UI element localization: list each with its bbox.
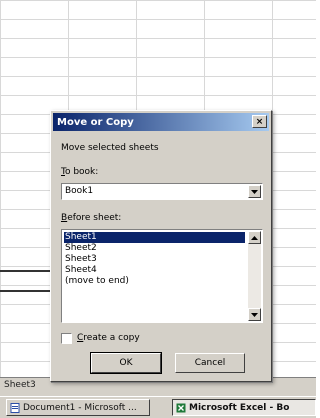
close-icon: × [255, 117, 264, 127]
dialog-title: Move or Copy [57, 116, 134, 128]
list-item[interactable]: Sheet1 [64, 232, 245, 243]
scroll-up-button[interactable] [248, 231, 261, 244]
sheet-tab[interactable]: Sheet3 [4, 380, 36, 390]
list-item[interactable]: Sheet2 [64, 243, 97, 254]
create-copy-checkbox[interactable] [61, 333, 72, 344]
before-sheet-list[interactable]: Sheet1 Sheet2 Sheet3 Sheet4 (move to end… [61, 229, 263, 323]
create-copy-label[interactable]: Create a copy [77, 333, 140, 343]
list-item[interactable]: Sheet3 [64, 254, 97, 265]
scroll-down-button[interactable] [248, 308, 261, 321]
before-sheet-label: Before sheet: [61, 213, 121, 223]
excel-icon [176, 403, 186, 412]
taskbar-item-excel[interactable]: Microsoft Excel - Bo [172, 399, 316, 416]
before-sheet-label-text: efore sheet: [67, 213, 122, 223]
to-book-label: To book: [61, 167, 98, 177]
to-book-select[interactable]: Book1 [61, 183, 263, 200]
word-document-icon [10, 402, 20, 413]
move-selected-label: Move selected sheets [61, 143, 159, 153]
list-item[interactable]: Sheet4 [64, 265, 97, 276]
ok-button-label: OK [119, 358, 133, 368]
cancel-button[interactable]: Cancel [175, 353, 245, 373]
ok-button[interactable]: OK [90, 352, 162, 374]
taskbar: Document1 - Microsoft ... Microsoft Exce… [0, 396, 316, 418]
chevron-down-icon [251, 312, 258, 317]
to-book-value: Book1 [65, 186, 94, 196]
taskbar-item-label: Microsoft Excel - Bo [189, 402, 290, 413]
close-button[interactable]: × [252, 115, 267, 128]
move-or-copy-dialog: Move or Copy × Move selected sheets To b… [50, 110, 272, 382]
taskbar-item-label: Document1 - Microsoft ... [23, 402, 137, 413]
create-copy-label-text: reate a copy [83, 333, 140, 343]
to-book-dropdown-button[interactable] [248, 185, 261, 198]
list-scrollbar[interactable] [248, 231, 261, 321]
chevron-up-icon [251, 235, 258, 240]
dialog-titlebar[interactable]: Move or Copy × [53, 113, 269, 131]
cancel-button-label: Cancel [194, 358, 226, 368]
list-item[interactable]: (move to end) [64, 276, 129, 287]
to-book-label-text: o book: [64, 167, 99, 177]
taskbar-item-word[interactable]: Document1 - Microsoft ... [6, 399, 150, 416]
chevron-down-icon [251, 189, 258, 194]
